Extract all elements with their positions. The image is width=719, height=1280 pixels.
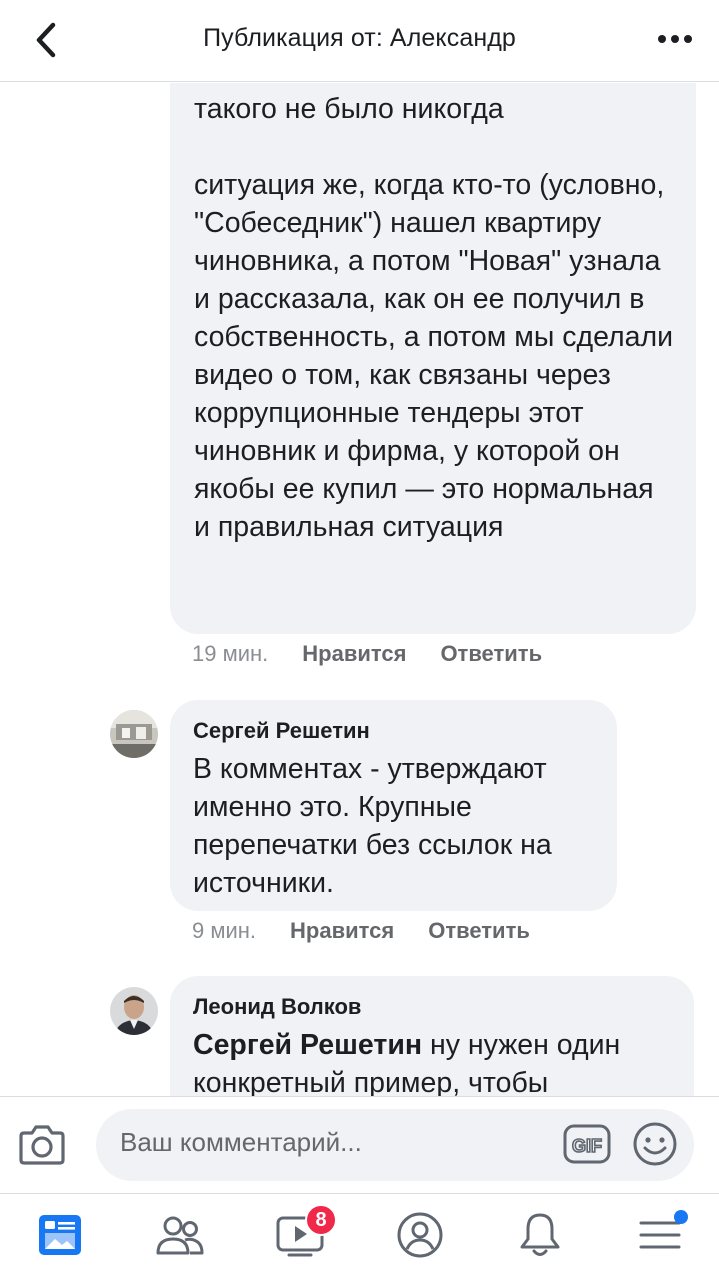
comment-placeholder: Ваш комментарий... — [120, 1127, 362, 1157]
tab-profile[interactable] — [392, 1209, 448, 1261]
mention-link[interactable]: Сергей Решетин — [193, 1029, 422, 1061]
comments-list[interactable]: такого не было никогда ситуация же, когд… — [0, 83, 719, 1096]
top-bar: Публикация от: Александр — [0, 0, 719, 82]
comment-meta: 9 мин. Нравится Ответить — [192, 918, 530, 944]
reply-button[interactable]: Ответить — [428, 918, 530, 944]
reply-button[interactable]: Ответить — [440, 641, 542, 667]
friends-icon — [156, 1216, 204, 1255]
comment-text: такого не было никогда ситуация же, когд… — [194, 93, 674, 543]
comment-bubble: Леонид Волков Сергей Решетин ну нужен од… — [170, 976, 694, 1096]
gif-icon: GIF — [563, 1124, 611, 1164]
camera-icon — [19, 1125, 65, 1165]
comment-text: Сергей Решетин ну нужен один конкретный … — [193, 1026, 673, 1096]
more-options-button[interactable] — [653, 24, 697, 54]
news-feed-icon — [39, 1215, 81, 1255]
comment-composer: Ваш комментарий... GIF — [0, 1096, 719, 1194]
comment-author[interactable]: Сергей Решетин — [193, 717, 370, 745]
comment-bubble: Сергей Решетин В комментах - утверждают … — [170, 700, 617, 911]
notifications-icon — [520, 1213, 560, 1256]
comment-time: 9 мин. — [192, 918, 257, 943]
comment-time: 19 мин. — [192, 641, 269, 666]
page-title: Публикация от: Александр — [203, 24, 516, 52]
bottom-tab-bar: 8 — [0, 1195, 719, 1280]
comment-author[interactable]: Леонид Волков — [193, 993, 361, 1021]
camera-button[interactable] — [18, 1121, 66, 1167]
menu-notification-dot — [674, 1210, 688, 1224]
like-button[interactable]: Нравится — [290, 918, 394, 944]
profile-icon — [397, 1212, 443, 1258]
tab-friends[interactable] — [152, 1209, 208, 1261]
comment-meta: 19 мин. Нравится Ответить — [192, 641, 542, 667]
more-horizontal-icon — [658, 35, 692, 43]
svg-text:GIF: GIF — [572, 1136, 602, 1156]
emoji-button[interactable] — [632, 1121, 678, 1167]
avatar[interactable] — [110, 987, 158, 1035]
gif-button[interactable]: GIF — [563, 1124, 611, 1164]
avatar[interactable] — [110, 710, 158, 758]
notification-badge: 8 — [305, 1204, 337, 1236]
comment-text: В комментах - утверждают именно это. Кру… — [193, 753, 560, 899]
like-button[interactable]: Нравится — [302, 641, 406, 667]
tab-notifications[interactable] — [512, 1209, 568, 1261]
comment-bubble: такого не было никогда ситуация же, когд… — [170, 83, 696, 634]
tab-news-feed[interactable] — [32, 1209, 88, 1261]
smiley-icon — [633, 1122, 677, 1166]
